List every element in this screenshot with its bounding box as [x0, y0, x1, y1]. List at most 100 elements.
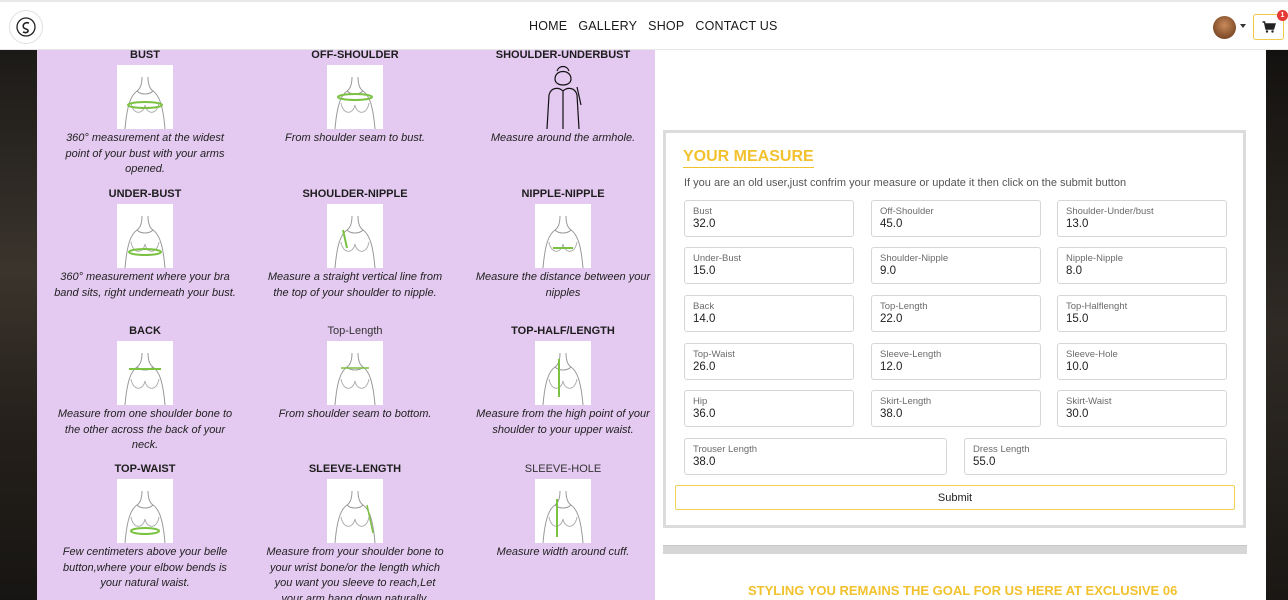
field-value[interactable]: 15.0 [1066, 313, 1226, 325]
field-value[interactable]: 38.0 [880, 408, 1040, 420]
guide-item-top-half: TOP-HALF/LENGTH Measure from the high poi… [470, 324, 655, 438]
measure-field-skirt-length[interactable]: Skirt-Length 38.0 [871, 390, 1041, 427]
nav-shop[interactable]: SHOP [648, 19, 684, 33]
guide-title: BACK [129, 325, 161, 337]
guide-illustration [327, 341, 383, 406]
measure-field-sleeve-hole[interactable]: Sleeve-Hole 10.0 [1057, 343, 1227, 380]
field-label: Off-Shoulder [880, 206, 934, 217]
brand-logo[interactable] [9, 10, 43, 44]
guide-description: 360° measurement where your bra band sit… [54, 271, 236, 299]
guide-item-off-shoulder: OFF-SHOULDER From shoulder seam to bust. [262, 50, 448, 147]
measure-field-off-shoulder[interactable]: Off-Shoulder 45.0 [871, 200, 1041, 237]
guide-illustration [535, 65, 591, 130]
field-value[interactable]: 38.0 [693, 456, 946, 468]
cart-icon [1262, 21, 1276, 33]
measure-field-top-length[interactable]: Top-Length 22.0 [871, 295, 1041, 332]
guide-description: Few centimeters above your belle button,… [62, 546, 228, 589]
guide-item-under-bust: UNDER-BUST 360° measurement where your br… [52, 187, 238, 301]
measure-field-shoulder-nipple[interactable]: Shoulder-Nipple 9.0 [871, 247, 1041, 284]
measure-field-under-bust[interactable]: Under-Bust 15.0 [684, 247, 854, 284]
field-label: Skirt-Length [880, 396, 932, 407]
field-value[interactable]: 14.0 [693, 313, 853, 325]
guide-title: Top-Length [327, 325, 383, 337]
field-value[interactable]: 9.0 [880, 265, 1040, 277]
field-label: Skirt-Waist [1066, 396, 1112, 407]
guide-description: Measure around the armhole. [490, 132, 636, 144]
guide-item-top-waist: TOP-WAIST Few centimeters above your bell… [52, 462, 238, 592]
field-value[interactable]: 22.0 [880, 313, 1040, 325]
field-label: Dress Length [973, 444, 1030, 455]
backdrop-left [0, 50, 37, 600]
measure-field-dress-length[interactable]: Dress Length 55.0 [964, 438, 1227, 475]
measure-field-top-halflenght[interactable]: Top-Halflenght 15.0 [1057, 295, 1227, 332]
chevron-down-icon[interactable] [1240, 24, 1246, 28]
user-avatar[interactable] [1213, 16, 1236, 39]
logo-icon [16, 17, 36, 37]
field-value[interactable]: 55.0 [973, 456, 1226, 468]
measure-description: If you are an old user,just confrim your… [684, 177, 1127, 189]
guide-item-top-length: Top-Length From shoulder seam to bottom. [262, 324, 448, 423]
measure-field-skirt-waist[interactable]: Skirt-Waist 30.0 [1057, 390, 1227, 427]
guide-title: SLEEVE-LENGTH [308, 463, 402, 475]
field-value[interactable]: 32.0 [693, 218, 853, 230]
measure-field-shoulder-under-bust[interactable]: Shoulder-Under/bust 13.0 [1057, 200, 1227, 237]
nav-contact-us[interactable]: CONTACT US [695, 19, 777, 33]
nav-gallery[interactable]: GALLERY [578, 19, 637, 33]
navbar: HOME GALLERY SHOP CONTACT US 1 [0, 0, 1288, 50]
field-value[interactable]: 36.0 [693, 408, 853, 420]
guide-description: Measure a straight vertical line from th… [267, 271, 443, 299]
guide-item-shoulder-nipple: SHOULDER-NIPPLE Measure a straight vertic… [262, 187, 448, 301]
guide-item-shoulder-underbust: SHOULDER-UNDERBUST Measure around the arm… [470, 50, 655, 147]
field-label: Hip [693, 396, 708, 407]
guide-item-bust: BUST 360° measurement at the widest point… [52, 50, 238, 178]
guide-title: NIPPLE-NIPPLE [521, 188, 605, 200]
measure-field-hip[interactable]: Hip 36.0 [684, 390, 854, 427]
measure-field-sleeve-length[interactable]: Sleeve-Length 12.0 [871, 343, 1041, 380]
field-value[interactable]: 8.0 [1066, 265, 1226, 277]
guide-title: TOP-HALF/LENGTH [511, 325, 615, 337]
measurement-guide: BUST 360° measurement at the widest point… [37, 50, 655, 600]
divider-bar [663, 545, 1247, 554]
field-label: Back [693, 301, 715, 312]
field-value[interactable]: 30.0 [1066, 408, 1226, 420]
guide-description: From shoulder seam to bust. [284, 132, 425, 144]
submit-button[interactable]: Submit [675, 485, 1235, 510]
field-value[interactable]: 10.0 [1066, 361, 1226, 373]
guide-item-sleeve-length: SLEEVE-LENGTH Measure from your shoulder … [262, 462, 448, 600]
guide-illustration [117, 65, 173, 130]
field-value[interactable]: 45.0 [880, 218, 1040, 230]
field-label: Top-Waist [693, 349, 735, 360]
measure-field-back[interactable]: Back 14.0 [684, 295, 854, 332]
measure-field-bust[interactable]: Bust 32.0 [684, 200, 854, 237]
guide-item-back: BACK Measure from one shoulder bone to th… [52, 324, 238, 454]
measure-field-trouser-length[interactable]: Trouser Length 38.0 [684, 438, 947, 475]
guide-illustration [117, 479, 173, 544]
field-value[interactable]: 26.0 [693, 361, 853, 373]
field-value[interactable]: 13.0 [1066, 218, 1226, 230]
field-label: Shoulder-Nipple [880, 253, 949, 264]
measure-field-top-waist[interactable]: Top-Waist 26.0 [684, 343, 854, 380]
guide-description: 360° measurement at the widest point of … [65, 132, 225, 175]
guide-item-sleeve-hole: SLEEVE-HOLE Measure width around cuff. [470, 462, 655, 561]
guide-illustration [327, 204, 383, 269]
measure-field-nipple-nipple[interactable]: Nipple-Nipple 8.0 [1057, 247, 1227, 284]
field-value[interactable]: 15.0 [693, 265, 853, 277]
guide-illustration [117, 341, 173, 406]
guide-title: OFF-SHOULDER [311, 50, 399, 61]
backdrop-right [1266, 50, 1288, 600]
nav-home[interactable]: HOME [529, 19, 567, 33]
guide-title: TOP-WAIST [114, 463, 176, 475]
guide-description: Measure the distance between your nipple… [475, 271, 651, 299]
field-value[interactable]: 12.0 [880, 361, 1040, 373]
field-label: Sleeve-Length [880, 349, 942, 360]
field-label: Sleeve-Hole [1066, 349, 1118, 360]
guide-title: UNDER-BUST [108, 188, 182, 200]
guide-description: From shoulder seam to bottom. [278, 408, 432, 420]
guide-description: Measure width around cuff. [496, 546, 630, 558]
guide-illustration [327, 65, 383, 130]
field-label: Nipple-Nipple [1066, 253, 1124, 264]
measure-title: YOUR MEASURE [683, 148, 814, 168]
field-label: Shoulder-Under/bust [1066, 206, 1154, 217]
guide-illustration [535, 204, 591, 269]
field-label: Bust [693, 206, 713, 217]
